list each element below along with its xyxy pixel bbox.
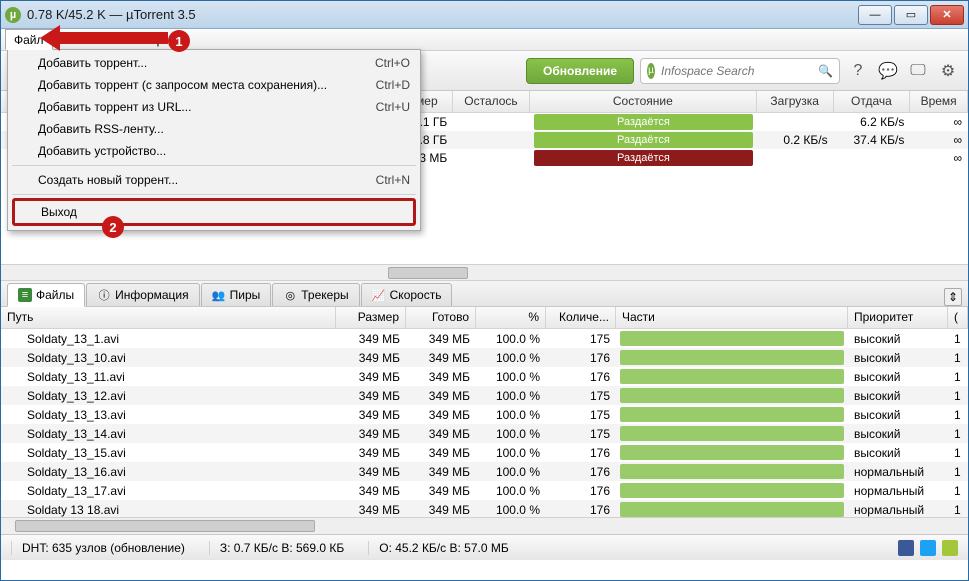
file-row[interactable]: Soldaty_13_1.avi349 МБ349 МБ100.0 %175вы… — [1, 329, 968, 348]
chat-icon[interactable]: 💬 — [876, 59, 900, 83]
col-upload[interactable]: Отдача — [834, 91, 911, 112]
col-time[interactable]: Время — [910, 91, 968, 112]
files-header: Путь Размер Готово % Количе... Части При… — [1, 307, 968, 329]
status-dht: DHT: 635 узлов (обновление) — [11, 541, 185, 555]
help-icon[interactable]: ? — [846, 59, 870, 83]
menu-item[interactable]: Добавить торрент...Ctrl+O — [10, 52, 418, 74]
tab-speed[interactable]: 📈Скорость — [361, 283, 453, 306]
tab-peers[interactable]: 👥Пиры — [201, 283, 272, 306]
info-icon: ⓘ — [97, 288, 111, 302]
file-menu-dropdown: Добавить торрент...Ctrl+OДобавить торрен… — [7, 49, 421, 231]
fcol-priority[interactable]: Приоритет — [848, 307, 948, 328]
torrent-hscroll[interactable] — [1, 264, 968, 281]
tab-trackers[interactable]: ◎Трекеры — [272, 283, 359, 306]
fcol-last[interactable]: ( — [948, 307, 968, 328]
annotation-badge-2: 2 — [102, 216, 124, 238]
fcol-path[interactable]: Путь — [1, 307, 336, 328]
file-row[interactable]: Soldaty 13 18.avi349 МБ349 МБ100.0 %176н… — [1, 500, 968, 517]
col-state[interactable]: Состояние — [530, 91, 757, 112]
file-row[interactable]: Soldaty_13_14.avi349 МБ349 МБ100.0 %175в… — [1, 424, 968, 443]
tab-files[interactable]: ≡Файлы — [7, 283, 85, 307]
expand-tabs-button[interactable]: ⇕ — [944, 288, 962, 306]
files-hscroll[interactable] — [1, 517, 968, 534]
search-icon[interactable]: 🔍 — [818, 64, 833, 78]
fcol-size[interactable]: Размер — [336, 307, 406, 328]
col-remain[interactable]: Осталось — [453, 91, 530, 112]
search-box[interactable]: µ 🔍 — [640, 58, 840, 84]
utorrent-icon: µ — [647, 63, 655, 79]
tab-info[interactable]: ⓘИнформация — [86, 283, 199, 306]
trackers-icon: ◎ — [283, 288, 297, 302]
menu-item[interactable]: Добавить торрент (с запросом места сохра… — [10, 74, 418, 96]
files-list[interactable]: Soldaty_13_1.avi349 МБ349 МБ100.0 %175вы… — [1, 329, 968, 517]
menu-create-torrent[interactable]: Создать новый торрент...Ctrl+N — [10, 169, 418, 191]
menu-item[interactable]: Добавить устройство... — [10, 140, 418, 162]
app-icon: µ — [5, 7, 21, 23]
status-upload: О: 45.2 КБ/с В: 57.0 МБ — [368, 541, 508, 555]
file-row[interactable]: Soldaty_13_15.avi349 МБ349 МБ100.0 %176в… — [1, 443, 968, 462]
annotation-badge-1: 1 — [168, 30, 190, 52]
titlebar: µ 0.78 K/45.2 K — µTorrent 3.5 — ▭ ✕ — [1, 1, 968, 29]
annotation-arrow — [58, 32, 168, 44]
facebook-icon[interactable] — [898, 540, 914, 556]
file-row[interactable]: Soldaty_13_10.avi349 МБ349 МБ100.0 %176в… — [1, 348, 968, 367]
window-title: 0.78 K/45.2 K — µTorrent 3.5 — [27, 7, 858, 22]
files-icon: ≡ — [18, 288, 32, 302]
twitter-icon[interactable] — [920, 540, 936, 556]
statusbar: DHT: 635 узлов (обновление) З: 0.7 КБ/с … — [1, 534, 968, 560]
file-row[interactable]: Soldaty_13_11.avi349 МБ349 МБ100.0 %176в… — [1, 367, 968, 386]
maximize-button[interactable]: ▭ — [894, 5, 928, 25]
fcol-parts[interactable]: Части — [616, 307, 848, 328]
file-row[interactable]: Soldaty_13_13.avi349 МБ349 МБ100.0 %175в… — [1, 405, 968, 424]
detail-tabs: ≡Файлы ⓘИнформация 👥Пиры ◎Трекеры 📈Скоро… — [1, 281, 968, 307]
settings-icon[interactable]: ⚙ — [936, 59, 960, 83]
menu-exit-highlight: Выход — [12, 198, 416, 226]
android-icon[interactable] — [942, 540, 958, 556]
menu-exit[interactable]: Выход — [15, 201, 413, 223]
fcol-ready[interactable]: Готово — [406, 307, 476, 328]
remote-icon[interactable]: 🖵 — [906, 59, 930, 83]
file-row[interactable]: Soldaty_13_17.avi349 МБ349 МБ100.0 %176н… — [1, 481, 968, 500]
fcol-percent[interactable]: % — [476, 307, 546, 328]
file-row[interactable]: Soldaty_13_16.avi349 МБ349 МБ100.0 %176н… — [1, 462, 968, 481]
col-download[interactable]: Загрузка — [757, 91, 834, 112]
menu-item[interactable]: Добавить RSS-ленту... — [10, 118, 418, 140]
minimize-button[interactable]: — — [858, 5, 892, 25]
peers-icon: 👥 — [212, 288, 226, 302]
speed-icon: 📈 — [372, 288, 386, 302]
fcol-count[interactable]: Количе... — [546, 307, 616, 328]
file-row[interactable]: Soldaty_13_12.avi349 МБ349 МБ100.0 %175в… — [1, 386, 968, 405]
status-download: З: 0.7 КБ/с В: 569.0 КБ — [209, 541, 344, 555]
close-button[interactable]: ✕ — [930, 5, 964, 25]
menu-item[interactable]: Добавить торрент из URL...Ctrl+U — [10, 96, 418, 118]
update-button[interactable]: Обновление — [526, 58, 634, 84]
search-input[interactable] — [661, 64, 818, 78]
